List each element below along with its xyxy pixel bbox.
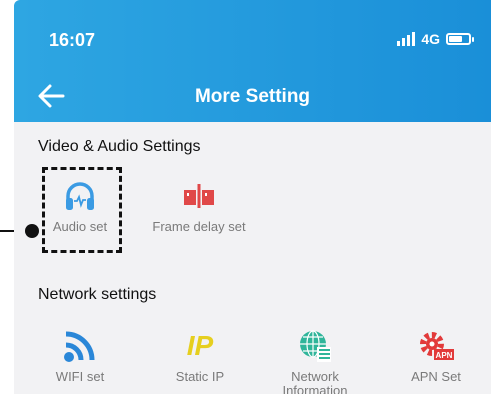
wifi-set-label: WIFI set (55, 369, 105, 384)
frame-delay-set-label: Frame delay set (152, 219, 246, 234)
page-title: More Setting (194, 86, 311, 107)
audio-set-button[interactable]: Audio set (38, 176, 122, 234)
wifi-icon (64, 331, 95, 362)
apn-set-button[interactable]: APN APN Set (386, 326, 486, 384)
battery-icon (446, 33, 474, 45)
static-ip-icon: IP (186, 330, 214, 361)
network-information-button[interactable]: Network Information (265, 326, 365, 394)
app-header: 16:07 4G More Setting (14, 0, 491, 122)
annotation-callout-dot (25, 224, 39, 238)
section-title-network: Network settings (38, 286, 157, 303)
frame-delay-icon (184, 184, 214, 208)
frame-delay-set-button[interactable]: Frame delay set (141, 176, 257, 234)
apn-icon-text: APN (436, 351, 453, 360)
screenshot-stage: 16:07 4G More Setting Video & Audio Sett… (0, 0, 491, 394)
static-ip-button[interactable]: IP Static IP (150, 326, 250, 384)
status-indicators: 4G (397, 31, 474, 47)
signal-icon (397, 32, 416, 46)
static-ip-label: Static IP (175, 369, 225, 384)
network-information-label: Network Information (282, 369, 348, 394)
headphones-icon (66, 182, 94, 210)
wifi-set-button[interactable]: WIFI set (30, 326, 130, 384)
apn-gear-icon: APN (420, 332, 454, 360)
phone-screen: 16:07 4G More Setting Video & Audio Sett… (14, 0, 491, 394)
apn-set-label: APN Set (411, 369, 461, 384)
network-type: 4G (421, 31, 440, 47)
status-time: 16:07 (49, 30, 96, 50)
audio-set-label: Audio set (52, 219, 108, 234)
section-title-video-audio: Video & Audio Settings (38, 138, 201, 155)
globe-list-icon (300, 330, 331, 362)
